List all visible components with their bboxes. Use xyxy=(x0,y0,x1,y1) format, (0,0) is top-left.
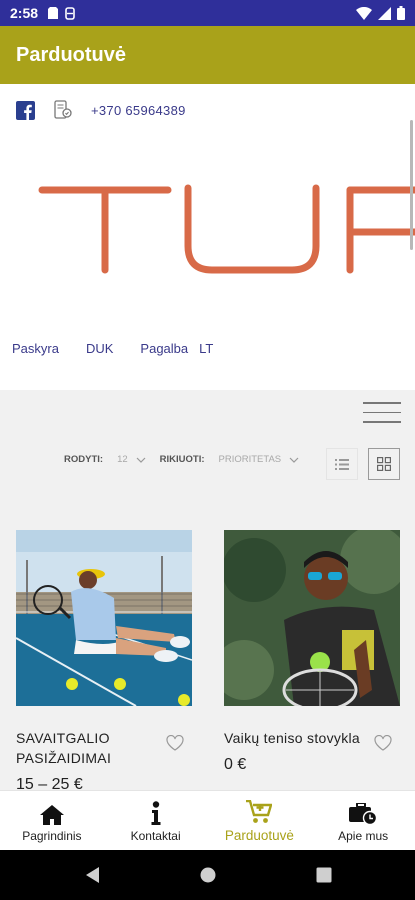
nav-account-link[interactable]: Paskyra xyxy=(12,341,59,356)
nav-help-link[interactable]: Pagalba xyxy=(140,341,188,356)
back-icon[interactable] xyxy=(84,866,100,884)
status-bar: 2:58 xyxy=(0,0,415,26)
app-title: Parduotuvė xyxy=(16,43,127,66)
sort-select[interactable]: PRIORITETAS xyxy=(219,454,282,465)
product-price: 0 € xyxy=(224,756,247,773)
product-toolbar: RODYTI: 12 RIKIUOTI: PRIORITETAS xyxy=(64,454,313,465)
sd-card-icon xyxy=(48,7,59,19)
list-view-button[interactable] xyxy=(326,448,358,480)
tab-contacts-label: Kontaktai xyxy=(130,828,181,843)
product-card[interactable]: SAVAITGALIO PASIŽAIDIMAI 15 – 25 € xyxy=(16,530,192,790)
header-contact-row: +370 65964389 xyxy=(16,100,186,120)
grid-view-button[interactable] xyxy=(368,448,400,480)
product-name[interactable]: Vaikų teniso stovykla xyxy=(224,728,364,748)
list-icon xyxy=(335,458,349,470)
tab-home[interactable]: Pagrindinis xyxy=(0,791,104,850)
bottom-navigation: Pagrindinis Kontaktai Parduotuvė Apie mu… xyxy=(0,790,415,850)
tab-home-label: Pagrindinis xyxy=(22,828,82,843)
tab-shop[interactable]: Parduotuvė xyxy=(208,791,312,850)
signal-icon xyxy=(378,6,391,20)
storage-icon xyxy=(65,6,75,20)
nav-faq-link[interactable]: DUK xyxy=(86,341,113,356)
status-time: 2:58 xyxy=(10,5,39,21)
header-nav: Paskyra DUK Pagalba LT xyxy=(12,341,240,356)
recents-icon[interactable] xyxy=(316,867,332,883)
scrollbar[interactable] xyxy=(410,120,413,250)
cart-icon xyxy=(246,800,273,823)
webview[interactable]: +370 65964389 Paskyra DUK Pagalba LT ROD… xyxy=(0,84,415,790)
facebook-icon[interactable] xyxy=(16,100,35,120)
product-name[interactable]: SAVAITGALIO PASIŽAIDIMAI xyxy=(16,728,156,768)
system-navigation-bar xyxy=(0,850,415,900)
info-icon xyxy=(151,800,161,825)
wifi-icon xyxy=(356,6,372,20)
shop-section: RODYTI: 12 RIKIUOTI: PRIORITETAS SAVAITG… xyxy=(0,390,415,790)
heart-icon[interactable] xyxy=(374,735,392,751)
grid-icon xyxy=(377,457,391,471)
tab-about-label: Apie mus xyxy=(338,828,389,843)
battery-icon xyxy=(397,6,405,20)
heart-icon[interactable] xyxy=(166,735,184,751)
product-image[interactable] xyxy=(224,530,400,706)
phone-contact-icon xyxy=(54,100,72,119)
chevron-down-icon xyxy=(136,457,146,463)
menu-icon[interactable] xyxy=(363,402,401,431)
product-price: 15 – 25 € xyxy=(16,776,83,790)
phone-number-link[interactable]: +370 65964389 xyxy=(91,103,186,118)
chevron-down-icon xyxy=(289,457,299,463)
tab-shop-label: Parduotuvė xyxy=(224,828,294,843)
sort-label: RIKIUOTI: xyxy=(159,454,205,465)
home-icon xyxy=(39,804,64,825)
tab-about[interactable]: Apie mus xyxy=(311,791,415,850)
tab-contacts[interactable]: Kontaktai xyxy=(104,791,208,850)
tuf-logo[interactable] xyxy=(38,184,415,276)
briefcase-clock-icon xyxy=(349,802,378,825)
home-circle-icon[interactable] xyxy=(200,867,216,883)
show-select[interactable]: 12 xyxy=(117,454,128,465)
language-selector[interactable]: LT xyxy=(199,341,213,356)
app-bar: Parduotuvė xyxy=(0,26,415,84)
product-card[interactable]: Vaikų teniso stovykla 0 € xyxy=(224,530,400,774)
product-image[interactable] xyxy=(16,530,192,706)
show-label: RODYTI: xyxy=(64,454,104,465)
